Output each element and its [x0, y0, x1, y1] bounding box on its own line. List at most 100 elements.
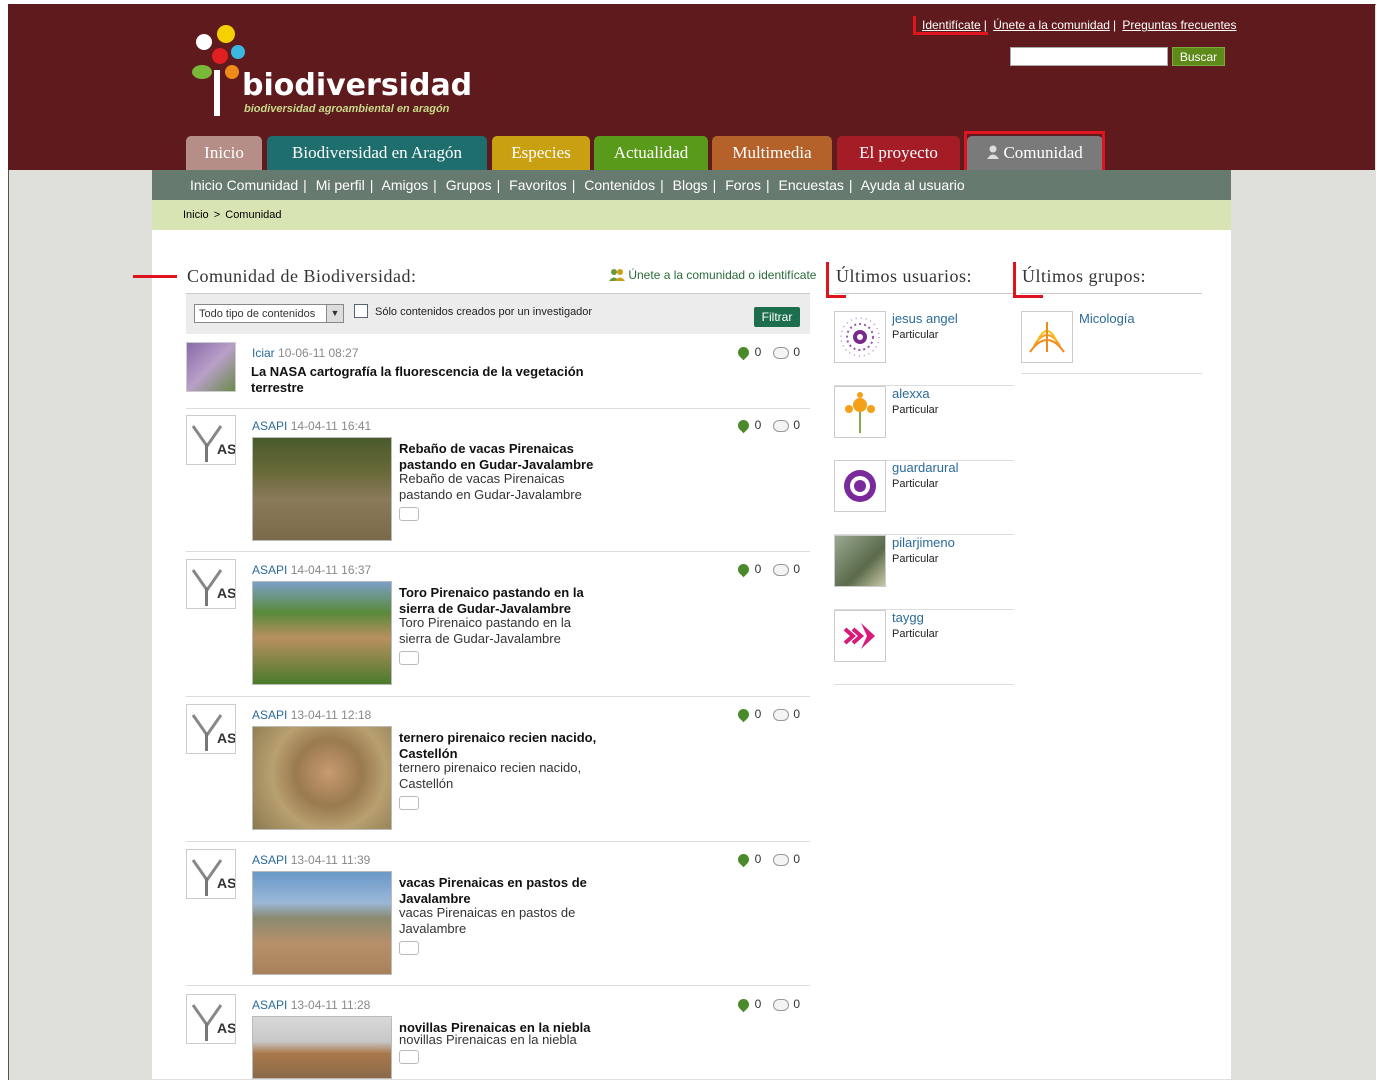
- user-name[interactable]: alexxa: [892, 386, 930, 401]
- tab-inicio[interactable]: Inicio: [186, 136, 262, 170]
- tab-multimedia[interactable]: Multimedia: [712, 136, 832, 170]
- asapi-logo-icon: AS: [191, 859, 236, 896]
- subnav-foros[interactable]: Foros: [725, 177, 761, 193]
- avatar[interactable]: [1021, 311, 1073, 363]
- user-type: Particular: [892, 404, 939, 416]
- search-input[interactable]: [1010, 47, 1168, 66]
- feed-thumbnail[interactable]: [252, 581, 392, 685]
- comment-icon[interactable]: [773, 419, 790, 432]
- svg-text:AS: AS: [217, 730, 235, 746]
- camera-icon: [399, 1050, 419, 1064]
- feed-author[interactable]: ASAPI: [252, 998, 287, 1012]
- community-title: Comunidad de Biodiversidad:: [187, 266, 417, 286]
- heart-icon[interactable]: [735, 562, 751, 578]
- camera-icon: [399, 651, 419, 665]
- feed-thumbnail[interactable]: [252, 437, 392, 541]
- feed-item: Iciar 10-06-11 08:27 0 0 La NASA cartogra…: [186, 342, 810, 409]
- feed-author[interactable]: ASAPI: [252, 708, 287, 722]
- login-link[interactable]: Identifícate: [922, 18, 981, 32]
- faq-link[interactable]: Preguntas frecuentes: [1122, 18, 1236, 32]
- tab-biodiversidad-en-aragon[interactable]: Biodiversidad en Aragón: [267, 136, 487, 170]
- feed-date: 13-04-11 12:18: [290, 708, 372, 722]
- search-button[interactable]: Buscar: [1172, 47, 1225, 66]
- subnav-blogs[interactable]: Blogs: [673, 177, 708, 193]
- subnav-inicio-comunidad[interactable]: Inicio Comunidad: [190, 177, 298, 193]
- subnav-amigos[interactable]: Amigos: [381, 177, 428, 193]
- breadcrumb: Inicio > Comunidad: [152, 200, 1231, 230]
- user-type: Particular: [892, 553, 939, 565]
- join-link[interactable]: Únete a la comunidad: [993, 18, 1110, 32]
- user-name[interactable]: taygg: [892, 610, 924, 625]
- avatar[interactable]: [834, 610, 886, 662]
- researcher-only-label: Sólo contenidos creados por un investiga…: [375, 306, 593, 318]
- heart-icon[interactable]: [735, 852, 751, 868]
- group-name[interactable]: Micología: [1079, 311, 1135, 326]
- tab-actualidad[interactable]: Actualidad: [594, 136, 708, 170]
- user-name[interactable]: pilarjimeno: [892, 535, 955, 550]
- heart-icon[interactable]: [735, 345, 751, 361]
- feed-title[interactable]: La NASA cartografía la fluorescencia de …: [251, 364, 591, 396]
- heart-icon[interactable]: [735, 997, 751, 1013]
- feed-title[interactable]: vacas Pirenaicas en pastos de Javalambre: [399, 875, 599, 907]
- content-type-select[interactable]: Todo tipo de contenidos ▼: [194, 304, 344, 323]
- chevron-down-icon: ▼: [326, 305, 343, 322]
- subnav-favoritos[interactable]: Favoritos: [509, 177, 567, 193]
- feed-item: AS ASAPI 14-04-11 16:37 0 0 Toro Pirenaic…: [186, 559, 810, 697]
- avatar[interactable]: AS: [186, 415, 236, 465]
- avatar[interactable]: [834, 311, 886, 363]
- like-count: 0: [754, 562, 762, 576]
- avatar[interactable]: AS: [186, 559, 236, 609]
- tab-especies[interactable]: Especies: [492, 136, 590, 170]
- users-icon: [609, 268, 625, 281]
- feed-author[interactable]: ASAPI: [252, 419, 287, 433]
- filter-button[interactable]: Filtrar: [754, 307, 800, 327]
- join-community-link[interactable]: Únete a la comunidad o identifícate: [609, 268, 816, 282]
- avatar[interactable]: AS: [186, 849, 236, 899]
- feed-author[interactable]: Iciar: [252, 346, 275, 360]
- site-logo[interactable]: biodiversidad biodiversidad agroambienta…: [190, 20, 472, 120]
- subnav-encuestas[interactable]: Encuestas: [779, 177, 844, 193]
- comment-icon[interactable]: [773, 563, 790, 576]
- annotation-bracket: [826, 262, 829, 298]
- avatar[interactable]: AS: [186, 704, 236, 754]
- subnav-mi-perfil[interactable]: Mi perfil: [316, 177, 365, 193]
- feed-thumbnail[interactable]: [252, 871, 392, 975]
- comment-icon[interactable]: [773, 998, 790, 1011]
- subnav-ayuda[interactable]: Ayuda al usuario: [861, 177, 965, 193]
- user-name[interactable]: guardarural: [892, 460, 959, 475]
- feed-title[interactable]: Rebaño de vacas Pirenaicas pastando en G…: [399, 441, 599, 473]
- subnav-contenidos[interactable]: Contenidos: [584, 177, 655, 193]
- feed-description: novillas Pirenaicas en la niebla: [399, 1032, 577, 1047]
- user-item: pilarjimeno Particular: [834, 535, 1014, 610]
- comment-icon[interactable]: [773, 346, 790, 359]
- feed-thumbnail[interactable]: [252, 726, 392, 830]
- annotation-dash: [133, 275, 177, 278]
- avatar[interactable]: [834, 535, 886, 587]
- comment-icon[interactable]: [773, 853, 790, 866]
- feed-item: AS ASAPI 13-04-11 11:28 0 0 novillas Pire…: [186, 994, 810, 1079]
- avatar[interactable]: [186, 342, 236, 392]
- feed-thumbnail[interactable]: [252, 1016, 392, 1079]
- feed-title[interactable]: Toro Pirenaico pastando en la sierra de …: [399, 585, 599, 617]
- breadcrumb-home[interactable]: Inicio: [183, 209, 209, 221]
- camera-icon: [399, 941, 419, 955]
- users-divider: [834, 293, 1014, 294]
- avatar[interactable]: [834, 386, 886, 438]
- feed-description: Toro Pirenaico pastando en la sierra de …: [399, 615, 572, 646]
- feed-author[interactable]: ASAPI: [252, 563, 287, 577]
- researcher-only-checkbox[interactable]: [354, 304, 368, 318]
- like-count: 0: [754, 345, 762, 359]
- heart-icon[interactable]: [735, 707, 751, 723]
- heart-icon[interactable]: [735, 418, 751, 434]
- user-name[interactable]: jesus angel: [892, 311, 958, 326]
- feed-date: 14-04-11 16:37: [290, 563, 372, 577]
- avatar[interactable]: AS: [186, 994, 236, 1044]
- asapi-logo-icon: AS: [191, 569, 236, 606]
- svg-text:AS: AS: [217, 1020, 235, 1036]
- subnav-grupos[interactable]: Grupos: [446, 177, 492, 193]
- avatar[interactable]: [834, 460, 886, 512]
- feed-title[interactable]: ternero pirenaico recien nacido, Castell…: [399, 730, 599, 762]
- comment-icon[interactable]: [773, 708, 790, 721]
- feed-author[interactable]: ASAPI: [252, 853, 287, 867]
- tab-el-proyecto[interactable]: El proyecto: [837, 136, 960, 170]
